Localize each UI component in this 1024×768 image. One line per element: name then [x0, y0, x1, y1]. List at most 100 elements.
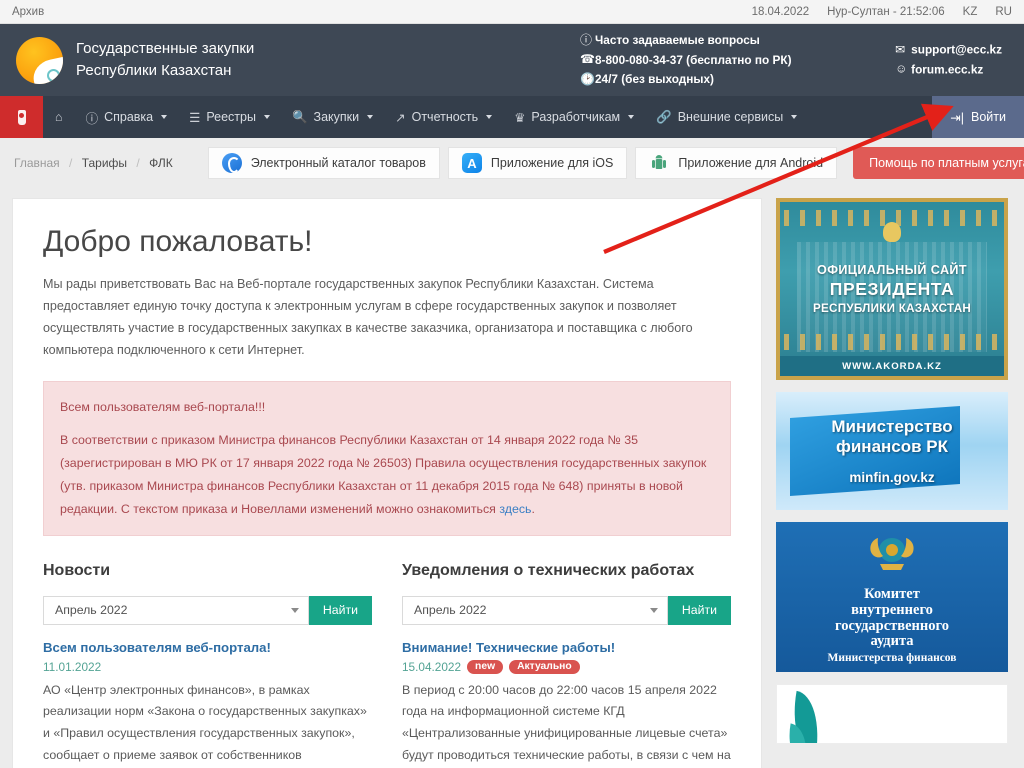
breadcrumb-item-tariffs[interactable]: Тарифы	[82, 156, 127, 170]
faq-row[interactable]: ⓘ Часто задаваемые вопросы	[580, 31, 792, 50]
top-utility-bar: Архив 18.04.2022 Нур-Султан - 21:52:06 K…	[0, 0, 1024, 24]
news-item-meta: 11.01.2022	[43, 660, 372, 674]
current-date: 18.04.2022	[751, 5, 810, 18]
banner-internal-audit-committee[interactable]: Комитет внутреннего государственного ауд…	[776, 522, 1008, 672]
nav-item-zakupki[interactable]: 🔍 Закупки	[281, 96, 384, 138]
paid-services-help-button[interactable]: Помощь по платным услугам	[853, 147, 1024, 179]
site-header: Государственные закупки Республики Казах…	[0, 24, 1024, 96]
nav-label: Отчетность	[411, 110, 479, 124]
banner-audit-line1: Комитет	[864, 586, 920, 603]
chart-line-icon: ↗	[395, 110, 406, 125]
portal-alert: Всем пользователям веб-портала!!! В соот…	[43, 381, 731, 536]
hours-row: 🕑 24/7 (без выходных)	[580, 70, 792, 89]
sign-in-icon: ⇥|	[950, 110, 965, 125]
news-find-button[interactable]: Найти	[308, 595, 372, 625]
nav-label: Внешние сервисы	[677, 110, 784, 124]
forum-row[interactable]: ☺ forum.ecc.kz	[895, 60, 1002, 79]
user-group-icon: ☺	[895, 62, 908, 76]
topbar-left: Архив	[12, 6, 44, 18]
chip-android-app[interactable]: Приложение для Android	[635, 147, 838, 179]
news-search-row: Апрель 2022 Найти	[43, 595, 372, 625]
nav-item-home[interactable]: ⌂	[43, 96, 75, 138]
news-month-select[interactable]: Апрель 2022	[43, 595, 309, 625]
alert-line-1: Всем пользователям веб-портала!!!	[60, 400, 266, 415]
banner-minfin-line2: финансов РК	[835, 436, 949, 456]
breadcrumb-item-main[interactable]: Главная	[14, 156, 60, 170]
news-item-body: АО «Центр электронных финансов», в рамка…	[43, 682, 367, 762]
login-button[interactable]: ⇥| Войти	[932, 96, 1024, 138]
notices-search-row: Апрель 2022 Найти	[402, 595, 731, 625]
email-row[interactable]: ✉ support@ecc.kz	[895, 41, 1002, 60]
news-item-title[interactable]: Всем пользователям веб-портала!	[43, 639, 372, 657]
chip-ios-app[interactable]: Приложение для iOS	[447, 147, 628, 179]
archive-link[interactable]: Архив	[12, 6, 44, 18]
breadcrumb-separator: /	[136, 156, 140, 170]
nav-item-otchetnost[interactable]: ↗ Отчетность	[384, 96, 503, 138]
lang-switch-kz[interactable]: KZ	[963, 6, 978, 18]
alert-line-2: В соответствии с приказом Министра финан…	[60, 429, 714, 521]
chip-label: Электронный каталог товаров	[250, 156, 426, 170]
banner-president-line3: РЕСПУБЛИКИ КАЗАХСТАН	[812, 302, 972, 315]
nav-item-razrabotchikam[interactable]: ♛ Разработчикам	[503, 96, 645, 138]
forum-label: forum.ecc.kz	[911, 62, 984, 77]
nav-brand-button[interactable]	[0, 96, 43, 138]
banner-president-line2: ПРЕЗИДЕНТА	[829, 279, 955, 299]
sub-bar: Главная / Тарифы / ФЛК Электронный катал…	[0, 138, 1024, 188]
chevron-down-icon	[649, 607, 658, 613]
envelope-icon: ✉	[895, 42, 906, 57]
nav-item-reestry[interactable]: ☰ Реестры	[178, 96, 281, 138]
portal-logo-icon	[16, 36, 63, 84]
clock-icon: 🕑	[580, 71, 595, 86]
banner-audit-line4: аудита	[870, 633, 914, 650]
two-columns: Новости Апрель 2022 Найти Всем пользоват…	[43, 562, 731, 768]
notices-month-value: Апрель 2022	[414, 603, 487, 618]
banner-president-site[interactable]: ОФИЦИАЛЬНЫЙ САЙТ ПРЕЗИДЕНТА РЕСПУБЛИКИ К…	[776, 198, 1008, 380]
news-item-date: 11.01.2022	[43, 659, 102, 674]
hours-label: 24/7 (без выходных)	[595, 71, 714, 86]
chip-electronic-catalog[interactable]: Электронный каталог товаров	[207, 147, 440, 179]
banner-president-line1: ОФИЦИАЛЬНЫЙ САЙТ	[817, 263, 967, 277]
ornament-bottom	[780, 334, 1004, 350]
nav-label: Закупки	[313, 110, 360, 124]
status-badge-new: new	[467, 659, 504, 674]
layers-icon: ☰	[189, 110, 201, 125]
banner-audit-line5: Министерства финансов	[827, 652, 957, 664]
banner-minfin-line1: Министерство	[831, 416, 953, 436]
breadcrumb: Главная / Тарифы / ФЛК	[14, 156, 173, 170]
notices-find-button[interactable]: Найти	[667, 595, 731, 625]
quick-links: Электронный каталог товаров Приложение д…	[207, 147, 1024, 179]
banner-partner-logo[interactable]	[776, 684, 1008, 744]
breadcrumb-item-flk[interactable]: ФЛК	[149, 156, 173, 170]
main-card: Добро пожаловать! Мы рады приветствовать…	[12, 198, 762, 768]
topbar-right: 18.04.2022 Нур-Султан - 21:52:06 KZ RU	[752, 6, 1012, 18]
nav-label: Разработчикам	[531, 110, 621, 124]
question-circle-icon: ⓘ	[85, 111, 99, 126]
brand-text: Государственные закупки Республики Казах…	[76, 38, 254, 82]
banner-president-url: WWW.AKORDA.KZ	[780, 356, 1004, 376]
notices-heading: Уведомления о технических работах	[402, 561, 695, 579]
alert-link[interactable]: здесь	[499, 502, 531, 516]
chip-label: Приложение для iOS	[490, 156, 614, 170]
nav-item-vneshnie-servisy[interactable]: 🔗 Внешние сервисы	[645, 96, 808, 138]
banner-minfin[interactable]: Министерство финансов РК minfin.gov.kz	[776, 392, 1008, 510]
phone-label: 8-800-080-34-37 (бесплатно по РК)	[595, 52, 792, 67]
chevron-down-icon	[791, 115, 798, 119]
notice-item-date: 15.04.2022	[402, 659, 462, 674]
notices-month-select[interactable]: Апрель 2022	[402, 595, 668, 625]
lang-switch-ru[interactable]: RU	[995, 6, 1012, 18]
brand[interactable]: Государственные закупки Республики Казах…	[0, 36, 254, 84]
nav-item-spravka[interactable]: ⓘ Справка	[75, 96, 179, 138]
news-heading: Новости	[43, 561, 111, 579]
catalog-icon	[221, 153, 242, 173]
page-title: Добро пожаловать!	[43, 225, 313, 258]
kazakhstan-emblem-icon	[883, 222, 901, 242]
notice-item-body: В период с 20:00 часов до 22:00 часов 15…	[402, 682, 731, 762]
page-root: Архив 18.04.2022 Нур-Султан - 21:52:06 K…	[0, 0, 1024, 768]
intro-paragraph: Мы рады приветствовать Вас на Веб-портал…	[43, 277, 693, 358]
chevron-down-icon	[161, 115, 168, 119]
news-month-value: Апрель 2022	[55, 603, 128, 618]
link-icon: 🔗	[656, 109, 672, 124]
right-rail: ОФИЦИАЛЬНЫЙ САЙТ ПРЕЗИДЕНТА РЕСПУБЛИКИ К…	[776, 198, 1012, 768]
status-badge-actual: Актуально	[509, 659, 580, 674]
notice-item-title[interactable]: Внимание! Технические работы!	[402, 639, 731, 657]
